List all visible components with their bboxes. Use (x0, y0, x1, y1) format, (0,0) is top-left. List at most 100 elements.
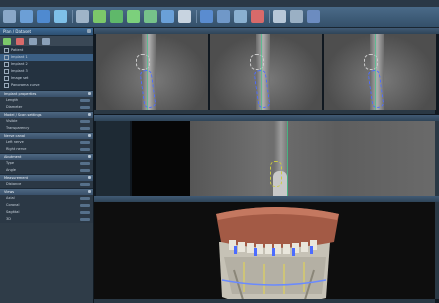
collapse-icon[interactable] (88, 113, 91, 116)
collapse-icon[interactable] (88, 176, 91, 179)
close-icon[interactable] (87, 29, 91, 33)
value-field[interactable] (80, 211, 90, 214)
object-tree: Patient Implant 1 Implant 2 Implant 3 Image … (0, 46, 93, 90)
collapse-icon[interactable] (88, 190, 91, 193)
print-icon[interactable] (290, 10, 303, 23)
property-row[interactable]: Sagittal (0, 209, 93, 216)
section-header[interactable]: Implant properties (0, 90, 93, 97)
property-row[interactable]: Axial (0, 195, 93, 202)
property-label: Left nerve (6, 140, 24, 144)
tree-item[interactable]: Patient (0, 47, 93, 54)
zoom-icon[interactable] (217, 10, 230, 23)
property-row[interactable]: Right nerve (0, 146, 93, 153)
move-icon[interactable] (200, 10, 213, 23)
property-label: Transparency (6, 126, 30, 130)
main-toolbar (0, 7, 439, 28)
property-row[interactable]: Distance (0, 181, 93, 188)
tree-item[interactable]: Implant 3 (0, 68, 93, 75)
cross-section-view[interactable] (96, 34, 208, 110)
value-field[interactable] (80, 106, 90, 109)
vertical-scrollbar[interactable] (435, 121, 439, 196)
value-field[interactable] (80, 120, 90, 123)
section-title: Measurement (4, 176, 29, 180)
tree-item-label: Image set (11, 76, 29, 80)
property-row[interactable]: Transparency (0, 125, 93, 132)
measure-icon[interactable] (178, 10, 191, 23)
section-header[interactable]: Abutment (0, 153, 93, 160)
section-title: Views (4, 190, 15, 194)
property-row[interactable]: Diameter (0, 104, 93, 111)
panoramic-slice-view[interactable] (132, 121, 435, 196)
open-icon[interactable] (3, 10, 16, 23)
section-header[interactable]: Measurement (0, 174, 93, 181)
checkbox[interactable] (4, 83, 9, 88)
settings-icon[interactable] (273, 10, 286, 23)
tree-item-label: Panorama curve (11, 83, 40, 87)
checkbox[interactable] (4, 76, 9, 81)
nerve-icon[interactable] (127, 10, 140, 23)
tree-item[interactable]: Panorama curve (0, 82, 93, 89)
left-panel: Plan / Dataset Patient Implant 1 Implant 2… (0, 28, 94, 303)
collapse-icon[interactable] (88, 92, 91, 95)
tree-item-label: Patient (11, 48, 24, 52)
checkbox[interactable] (4, 55, 9, 60)
value-field[interactable] (80, 218, 90, 221)
value-field[interactable] (80, 204, 90, 207)
3d-vertical-scrollbar[interactable] (435, 202, 439, 299)
property-label: Sagittal (6, 210, 20, 214)
value-field[interactable] (80, 197, 90, 200)
property-row[interactable]: Left nerve (0, 139, 93, 146)
help-icon[interactable] (307, 10, 320, 23)
cross-section-view[interactable] (210, 34, 322, 110)
tooth-icon[interactable] (93, 10, 106, 23)
property-row[interactable]: Visible (0, 118, 93, 125)
property-row[interactable]: Angle (0, 167, 93, 174)
import-icon[interactable] (37, 10, 50, 23)
remove-icon[interactable] (16, 37, 24, 45)
implant-icon[interactable] (110, 10, 123, 23)
3d-view[interactable] (94, 202, 435, 303)
property-label: Diameter (6, 105, 23, 109)
panorama-icon[interactable] (161, 10, 174, 23)
crown-icon[interactable] (144, 10, 157, 23)
menu-bar (0, 0, 439, 7)
property-row[interactable]: Type (0, 160, 93, 167)
value-field[interactable] (80, 141, 90, 144)
toolbar-separator (196, 10, 197, 23)
value-field[interactable] (80, 162, 90, 165)
value-field[interactable] (80, 148, 90, 151)
3d-horizontal-scrollbar[interactable] (94, 299, 435, 303)
pan-icon[interactable] (234, 10, 247, 23)
checkbox[interactable] (4, 62, 9, 67)
collapse-icon[interactable] (88, 134, 91, 137)
property-label: Angle (6, 168, 16, 172)
value-field[interactable] (80, 127, 90, 130)
rotate-icon[interactable] (251, 10, 264, 23)
value-field[interactable] (80, 169, 90, 172)
section-header[interactable]: Views (0, 188, 93, 195)
horizontal-scrollbar[interactable] (94, 110, 435, 114)
link-icon[interactable] (42, 37, 50, 45)
property-label: Right nerve (6, 147, 27, 151)
property-label: 3D (6, 217, 11, 221)
value-field[interactable] (80, 183, 90, 186)
save-icon[interactable] (20, 10, 33, 23)
tree-item[interactable]: Image set (0, 75, 93, 82)
section-header[interactable]: Nerve canal (0, 132, 93, 139)
copy-icon[interactable] (29, 37, 37, 45)
export-icon[interactable] (54, 10, 67, 23)
tree-item[interactable]: Implant 2 (0, 61, 93, 68)
tree-item[interactable]: Implant 1 (0, 54, 93, 61)
value-field[interactable] (80, 99, 90, 102)
property-row[interactable]: 3D (0, 216, 93, 223)
property-label: Length (6, 98, 19, 102)
property-row[interactable]: Coronal (0, 202, 93, 209)
cross-section-view[interactable] (324, 34, 436, 110)
layout-icon[interactable] (76, 10, 89, 23)
collapse-icon[interactable] (88, 155, 91, 158)
add-icon[interactable] (3, 37, 11, 45)
section-header[interactable]: Model / Scan settings (0, 111, 93, 118)
property-row[interactable]: Length (0, 97, 93, 104)
checkbox[interactable] (4, 48, 9, 53)
checkbox[interactable] (4, 69, 9, 74)
